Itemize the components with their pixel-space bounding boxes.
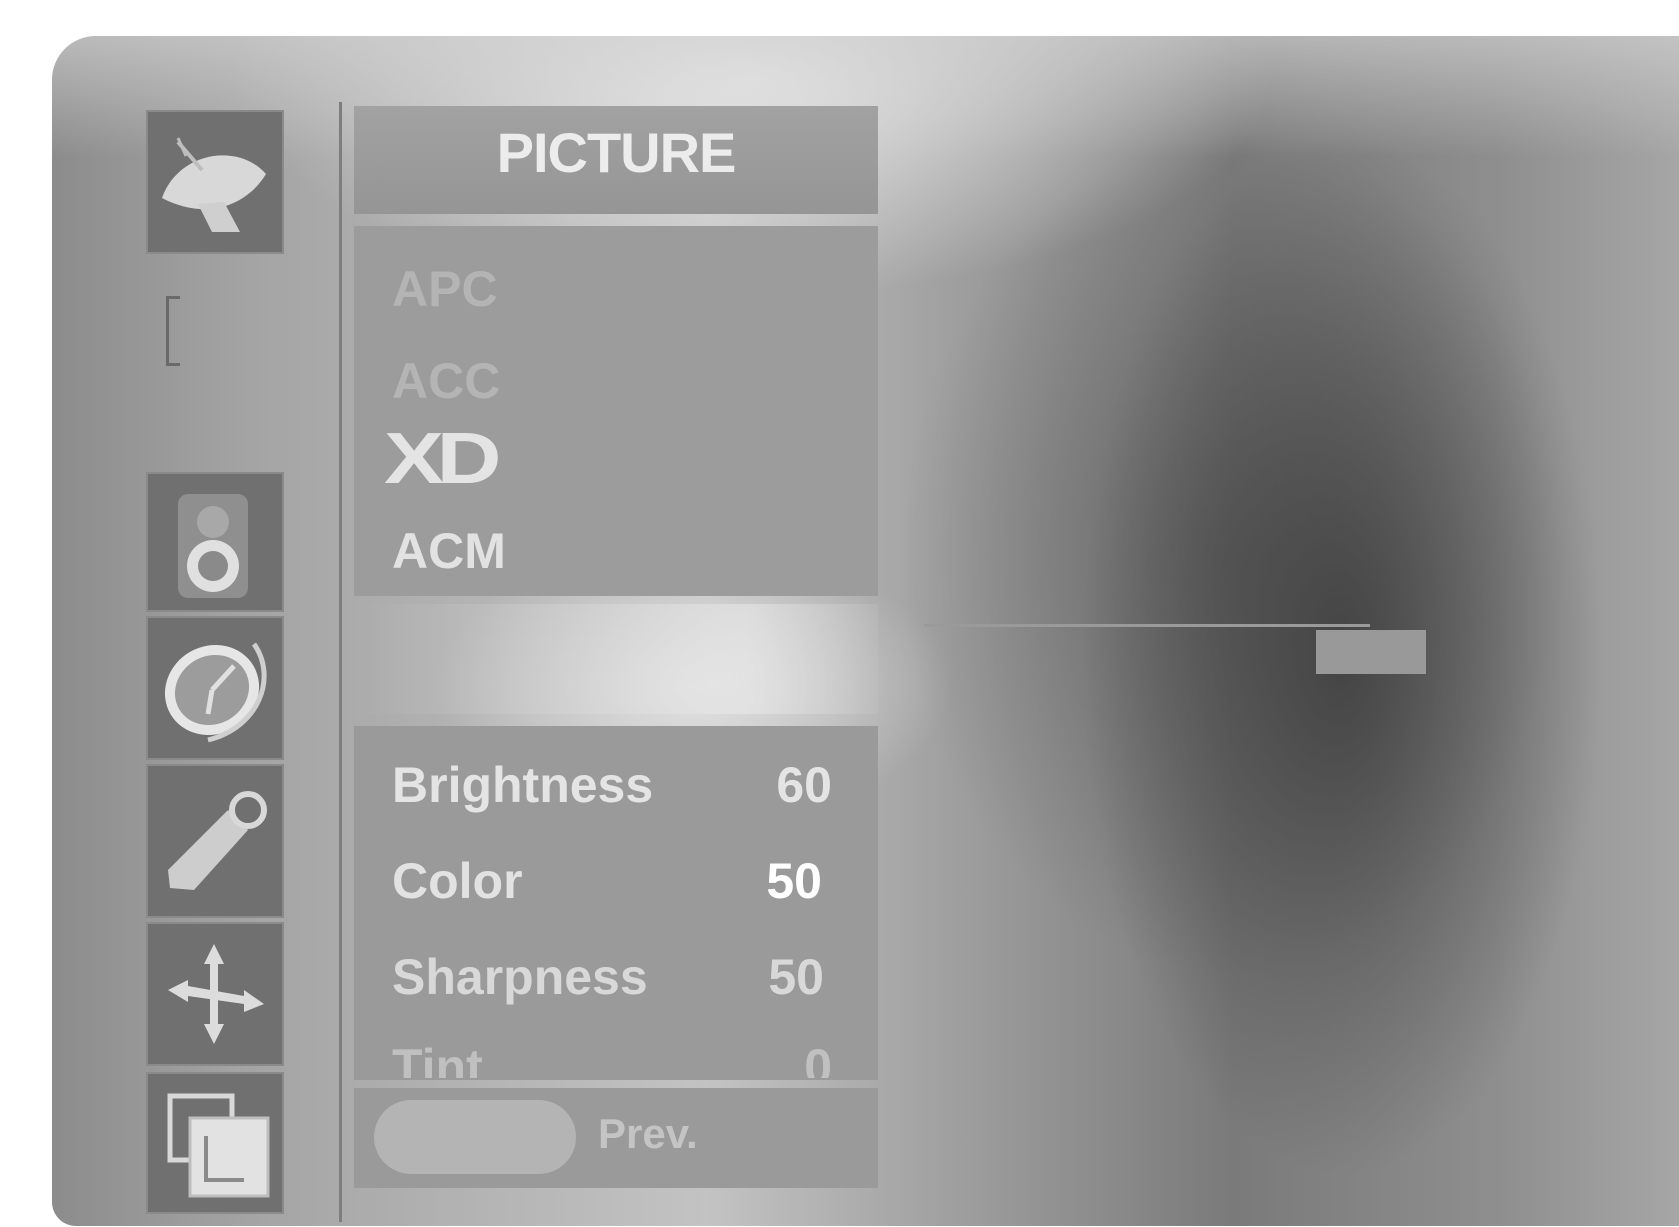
picture-adjustments-panel: Brightness 60 Color 50 Sharpness 50 Tint… <box>354 726 878 1080</box>
adjust-value: 50 <box>766 853 822 909</box>
overlapping-squares-icon[interactable] <box>146 1072 284 1214</box>
adjust-row-sharpness[interactable]: Sharpness 50 <box>392 948 832 1008</box>
option-acm[interactable]: ACM <box>392 522 506 580</box>
menu-title-panel: PICTURE <box>354 106 878 214</box>
bracket-icon <box>166 296 180 366</box>
clock-icon[interactable] <box>146 616 284 760</box>
adjust-label: Sharpness <box>392 949 648 1005</box>
prev-label: Prev. <box>598 1110 698 1157</box>
option-apc[interactable]: APC <box>392 260 498 318</box>
adjust-value: 0 <box>804 1039 832 1078</box>
tv-screen: PICTURE APC ACC XD ACM Brightness 60 Col… <box>52 36 1679 1226</box>
move-arrows-icon[interactable] <box>146 922 284 1066</box>
adjust-value: 60 <box>776 757 832 813</box>
tag-icon[interactable] <box>146 764 284 918</box>
picture-options-panel: APC ACC XD ACM <box>354 226 878 596</box>
menu-divider <box>339 102 342 1222</box>
adjust-label: Brightness <box>392 757 654 813</box>
option-acc[interactable]: ACC <box>392 352 500 410</box>
adjust-row-tint[interactable]: Tint 0 <box>392 1038 832 1078</box>
option-xd[interactable]: XD <box>384 418 502 500</box>
menu-title: PICTURE <box>496 121 737 184</box>
blank-strip <box>354 604 878 714</box>
adjust-label: Color <box>392 853 523 909</box>
adjust-value: 50 <box>768 949 824 1005</box>
adjust-row-brightness[interactable]: Brightness 60 <box>392 756 832 816</box>
menu-footer: Prev. <box>354 1088 878 1188</box>
right-divider-line <box>924 624 1370 627</box>
satellite-dish-icon[interactable] <box>146 110 284 254</box>
adjust-row-color[interactable]: Color 50 <box>392 852 832 912</box>
speaker-icon[interactable] <box>146 472 284 612</box>
right-indicator-block <box>1316 630 1426 674</box>
prev-button[interactable] <box>374 1100 576 1174</box>
adjust-label: Tint <box>392 1039 483 1078</box>
